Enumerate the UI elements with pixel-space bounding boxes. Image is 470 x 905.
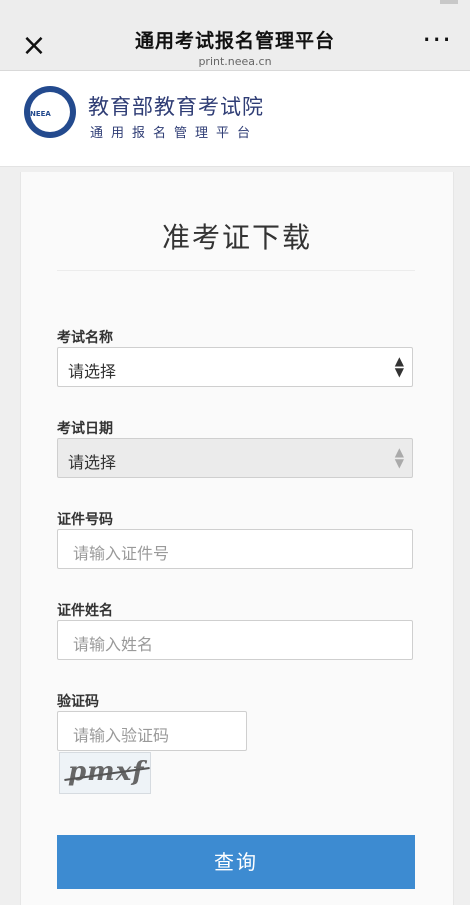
org-name: 教育部教育考试院 <box>88 95 264 119</box>
org-subtitle: 通用报名管理平台 <box>90 126 259 141</box>
id-number-input[interactable]: 请输入证件号 <box>57 529 413 569</box>
close-button[interactable]: × <box>18 30 50 62</box>
exam-date-value: 请选择 <box>68 453 117 472</box>
exam-name-value: 请选择 <box>68 362 117 381</box>
site-header: NEEA 教育部教育考试院 通用报名管理平台 <box>0 71 470 167</box>
captcha-image[interactable]: pmxf <box>59 752 151 794</box>
form-title: 准考证下载 <box>161 221 312 254</box>
page-title: 通用考试报名管理平台 <box>134 30 335 52</box>
captcha-label: 验证码 <box>57 694 99 710</box>
exam-name-select[interactable]: 请选择 ▲ ▼ <box>57 347 413 387</box>
exam-date-label: 考试日期 <box>57 421 113 437</box>
exam-name-label: 考试名称 <box>57 330 113 346</box>
captcha-placeholder: 请输入验证码 <box>73 726 170 745</box>
more-options-button[interactable]: ··· <box>422 24 452 56</box>
form-panel: 准考证下载 考试名称 请选择 ▲ ▼ 考试日期 请选择 ▲ ▼ 证件号码 请输入证件… <box>20 172 454 905</box>
title-block: 通用考试报名管理平台 print.neea.cn <box>80 26 390 68</box>
logo-text: NEEA <box>30 110 51 118</box>
page-subtitle-url: print.neea.cn <box>198 55 272 68</box>
id-name-label: 证件姓名 <box>57 603 113 619</box>
id-name-input[interactable]: 请输入姓名 <box>57 620 413 660</box>
select-chevron-icon: ▲ ▼ <box>394 445 404 470</box>
id-number-label: 证件号码 <box>57 512 113 528</box>
select-chevron-icon: ▲ ▼ <box>394 354 404 379</box>
exam-date-select[interactable]: 请选择 ▲ ▼ <box>57 438 413 478</box>
id-name-placeholder: 请输入姓名 <box>73 635 154 654</box>
query-button[interactable]: 查询 <box>57 835 415 889</box>
neea-logo: NEEA <box>24 86 76 138</box>
app-topbar: × 通用考试报名管理平台 print.neea.cn ··· <box>0 0 470 71</box>
topbar-edge <box>440 0 458 4</box>
id-number-placeholder: 请输入证件号 <box>73 544 170 563</box>
title-divider <box>57 270 415 271</box>
captcha-input[interactable]: 请输入验证码 <box>57 711 247 751</box>
